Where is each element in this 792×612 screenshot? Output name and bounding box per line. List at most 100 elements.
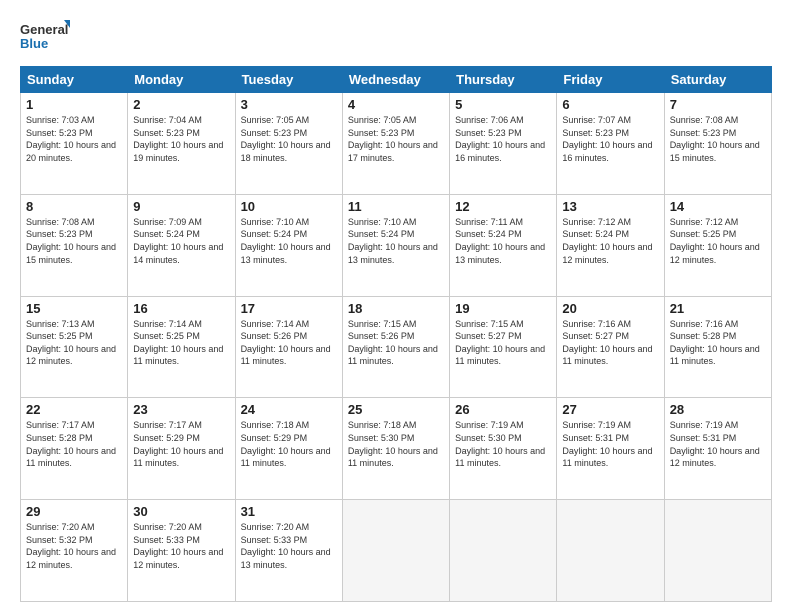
day-info: Sunrise: 7:17 AMSunset: 5:28 PMDaylight:… <box>26 420 116 468</box>
day-info: Sunrise: 7:17 AMSunset: 5:29 PMDaylight:… <box>133 420 223 468</box>
day-number: 4 <box>348 97 444 112</box>
day-info: Sunrise: 7:15 AMSunset: 5:26 PMDaylight:… <box>348 319 438 367</box>
calendar-cell: 9 Sunrise: 7:09 AMSunset: 5:24 PMDayligh… <box>128 194 235 296</box>
calendar-cell: 18 Sunrise: 7:15 AMSunset: 5:26 PMDaylig… <box>342 296 449 398</box>
day-number: 19 <box>455 301 551 316</box>
calendar-cell: 24 Sunrise: 7:18 AMSunset: 5:29 PMDaylig… <box>235 398 342 500</box>
calendar-cell: 19 Sunrise: 7:15 AMSunset: 5:27 PMDaylig… <box>450 296 557 398</box>
day-info: Sunrise: 7:18 AMSunset: 5:30 PMDaylight:… <box>348 420 438 468</box>
day-info: Sunrise: 7:05 AMSunset: 5:23 PMDaylight:… <box>241 115 331 163</box>
day-info: Sunrise: 7:10 AMSunset: 5:24 PMDaylight:… <box>241 217 331 265</box>
day-header: Thursday <box>450 67 557 93</box>
day-header: Saturday <box>664 67 771 93</box>
calendar-cell <box>450 500 557 602</box>
day-info: Sunrise: 7:16 AMSunset: 5:28 PMDaylight:… <box>670 319 760 367</box>
calendar-table: SundayMondayTuesdayWednesdayThursdayFrid… <box>20 66 772 602</box>
calendar-cell: 8 Sunrise: 7:08 AMSunset: 5:23 PMDayligh… <box>21 194 128 296</box>
calendar-cell: 14 Sunrise: 7:12 AMSunset: 5:25 PMDaylig… <box>664 194 771 296</box>
day-number: 20 <box>562 301 658 316</box>
calendar-cell: 28 Sunrise: 7:19 AMSunset: 5:31 PMDaylig… <box>664 398 771 500</box>
calendar-week-row: 22 Sunrise: 7:17 AMSunset: 5:28 PMDaylig… <box>21 398 772 500</box>
calendar-week-row: 29 Sunrise: 7:20 AMSunset: 5:32 PMDaylig… <box>21 500 772 602</box>
day-number: 24 <box>241 402 337 417</box>
day-number: 25 <box>348 402 444 417</box>
day-header: Friday <box>557 67 664 93</box>
day-number: 28 <box>670 402 766 417</box>
calendar-week-row: 8 Sunrise: 7:08 AMSunset: 5:23 PMDayligh… <box>21 194 772 296</box>
day-number: 2 <box>133 97 229 112</box>
calendar-cell: 7 Sunrise: 7:08 AMSunset: 5:23 PMDayligh… <box>664 93 771 195</box>
day-number: 17 <box>241 301 337 316</box>
day-number: 7 <box>670 97 766 112</box>
day-info: Sunrise: 7:18 AMSunset: 5:29 PMDaylight:… <box>241 420 331 468</box>
day-info: Sunrise: 7:05 AMSunset: 5:23 PMDaylight:… <box>348 115 438 163</box>
day-number: 1 <box>26 97 122 112</box>
calendar-cell: 1 Sunrise: 7:03 AMSunset: 5:23 PMDayligh… <box>21 93 128 195</box>
calendar-cell: 21 Sunrise: 7:16 AMSunset: 5:28 PMDaylig… <box>664 296 771 398</box>
calendar-cell: 31 Sunrise: 7:20 AMSunset: 5:33 PMDaylig… <box>235 500 342 602</box>
day-info: Sunrise: 7:12 AMSunset: 5:25 PMDaylight:… <box>670 217 760 265</box>
day-number: 18 <box>348 301 444 316</box>
day-header: Sunday <box>21 67 128 93</box>
day-number: 31 <box>241 504 337 519</box>
day-info: Sunrise: 7:19 AMSunset: 5:30 PMDaylight:… <box>455 420 545 468</box>
calendar-cell: 12 Sunrise: 7:11 AMSunset: 5:24 PMDaylig… <box>450 194 557 296</box>
day-number: 11 <box>348 199 444 214</box>
calendar-cell: 10 Sunrise: 7:10 AMSunset: 5:24 PMDaylig… <box>235 194 342 296</box>
calendar-cell: 16 Sunrise: 7:14 AMSunset: 5:25 PMDaylig… <box>128 296 235 398</box>
day-number: 12 <box>455 199 551 214</box>
calendar-cell <box>664 500 771 602</box>
day-info: Sunrise: 7:16 AMSunset: 5:27 PMDaylight:… <box>562 319 652 367</box>
day-info: Sunrise: 7:07 AMSunset: 5:23 PMDaylight:… <box>562 115 652 163</box>
day-number: 9 <box>133 199 229 214</box>
calendar-cell: 2 Sunrise: 7:04 AMSunset: 5:23 PMDayligh… <box>128 93 235 195</box>
day-info: Sunrise: 7:09 AMSunset: 5:24 PMDaylight:… <box>133 217 223 265</box>
page: General Blue SundayMondayTuesdayWednesda… <box>0 0 792 612</box>
day-info: Sunrise: 7:08 AMSunset: 5:23 PMDaylight:… <box>26 217 116 265</box>
logo-svg: General Blue <box>20 18 70 56</box>
day-info: Sunrise: 7:10 AMSunset: 5:24 PMDaylight:… <box>348 217 438 265</box>
calendar-cell: 11 Sunrise: 7:10 AMSunset: 5:24 PMDaylig… <box>342 194 449 296</box>
day-info: Sunrise: 7:11 AMSunset: 5:24 PMDaylight:… <box>455 217 545 265</box>
logo: General Blue <box>20 18 70 56</box>
day-number: 3 <box>241 97 337 112</box>
calendar-cell: 4 Sunrise: 7:05 AMSunset: 5:23 PMDayligh… <box>342 93 449 195</box>
calendar-cell: 6 Sunrise: 7:07 AMSunset: 5:23 PMDayligh… <box>557 93 664 195</box>
calendar-cell: 27 Sunrise: 7:19 AMSunset: 5:31 PMDaylig… <box>557 398 664 500</box>
day-info: Sunrise: 7:19 AMSunset: 5:31 PMDaylight:… <box>562 420 652 468</box>
day-number: 6 <box>562 97 658 112</box>
calendar-cell <box>557 500 664 602</box>
day-number: 16 <box>133 301 229 316</box>
day-header: Monday <box>128 67 235 93</box>
day-info: Sunrise: 7:20 AMSunset: 5:33 PMDaylight:… <box>133 522 223 570</box>
day-number: 30 <box>133 504 229 519</box>
day-number: 5 <box>455 97 551 112</box>
day-number: 10 <box>241 199 337 214</box>
day-info: Sunrise: 7:14 AMSunset: 5:26 PMDaylight:… <box>241 319 331 367</box>
calendar-header-row: SundayMondayTuesdayWednesdayThursdayFrid… <box>21 67 772 93</box>
calendar-cell: 22 Sunrise: 7:17 AMSunset: 5:28 PMDaylig… <box>21 398 128 500</box>
calendar-cell: 26 Sunrise: 7:19 AMSunset: 5:30 PMDaylig… <box>450 398 557 500</box>
day-number: 26 <box>455 402 551 417</box>
calendar-cell: 29 Sunrise: 7:20 AMSunset: 5:32 PMDaylig… <box>21 500 128 602</box>
day-info: Sunrise: 7:20 AMSunset: 5:32 PMDaylight:… <box>26 522 116 570</box>
day-info: Sunrise: 7:03 AMSunset: 5:23 PMDaylight:… <box>26 115 116 163</box>
calendar-cell: 23 Sunrise: 7:17 AMSunset: 5:29 PMDaylig… <box>128 398 235 500</box>
day-number: 23 <box>133 402 229 417</box>
header: General Blue <box>20 18 772 56</box>
day-number: 27 <box>562 402 658 417</box>
day-info: Sunrise: 7:15 AMSunset: 5:27 PMDaylight:… <box>455 319 545 367</box>
calendar-cell: 30 Sunrise: 7:20 AMSunset: 5:33 PMDaylig… <box>128 500 235 602</box>
day-info: Sunrise: 7:13 AMSunset: 5:25 PMDaylight:… <box>26 319 116 367</box>
day-number: 22 <box>26 402 122 417</box>
calendar-cell: 25 Sunrise: 7:18 AMSunset: 5:30 PMDaylig… <box>342 398 449 500</box>
day-info: Sunrise: 7:14 AMSunset: 5:25 PMDaylight:… <box>133 319 223 367</box>
day-number: 21 <box>670 301 766 316</box>
day-number: 13 <box>562 199 658 214</box>
svg-text:Blue: Blue <box>20 36 48 51</box>
day-number: 29 <box>26 504 122 519</box>
calendar-cell: 13 Sunrise: 7:12 AMSunset: 5:24 PMDaylig… <box>557 194 664 296</box>
calendar-cell: 5 Sunrise: 7:06 AMSunset: 5:23 PMDayligh… <box>450 93 557 195</box>
day-info: Sunrise: 7:19 AMSunset: 5:31 PMDaylight:… <box>670 420 760 468</box>
day-info: Sunrise: 7:06 AMSunset: 5:23 PMDaylight:… <box>455 115 545 163</box>
